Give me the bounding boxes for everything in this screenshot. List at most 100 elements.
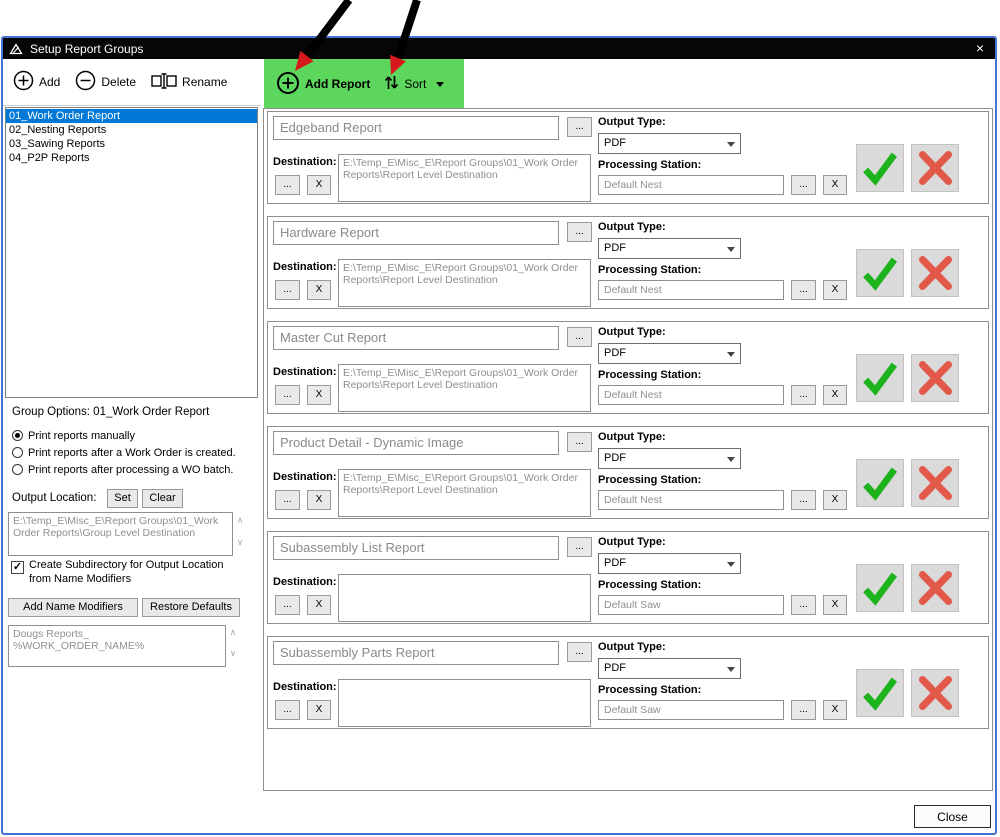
accept-report-button[interactable] <box>856 564 904 612</box>
output-type-label: Output Type: <box>598 326 666 338</box>
output-type-select[interactable]: PDF <box>598 448 741 469</box>
processing-station-input[interactable]: Default Nest <box>598 175 784 195</box>
station-clear-button[interactable]: X <box>823 280 847 300</box>
station-browse-button[interactable]: ... <box>791 385 816 405</box>
output-type-select[interactable]: PDF <box>598 238 741 259</box>
group-list-item[interactable]: 01_Work Order Report <box>6 109 257 123</box>
check-icon <box>863 467 898 501</box>
output-type-select[interactable]: PDF <box>598 343 741 364</box>
delete-report-button[interactable] <box>911 459 959 507</box>
destination-label: Destination: <box>273 681 337 693</box>
delete-report-button[interactable] <box>911 249 959 297</box>
add-report-button[interactable]: Add Report <box>276 71 370 98</box>
station-browse-button[interactable]: ... <box>791 700 816 720</box>
destination-browse-button[interactable]: ... <box>275 700 300 720</box>
sort-button[interactable]: Sort <box>384 74 445 94</box>
set-output-location-button[interactable]: Set <box>107 489 138 508</box>
restore-defaults-button[interactable]: Restore Defaults <box>142 598 240 617</box>
output-type-select[interactable]: PDF <box>598 133 741 154</box>
add-group-button[interactable]: Add <box>13 70 60 94</box>
name-modifiers-textarea[interactable]: Dougs Reports_ %WORK_ORDER_NAME% <box>8 625 226 667</box>
accept-report-button[interactable] <box>856 459 904 507</box>
radio-print-after-wo-batch[interactable]: Print reports after processing a WO batc… <box>12 463 233 476</box>
rename-group-button[interactable]: Rename <box>151 72 227 92</box>
delete-report-button[interactable] <box>911 354 959 402</box>
report-name-browse-button[interactable]: ... <box>567 432 592 452</box>
destination-clear-button[interactable]: X <box>307 385 331 405</box>
report-name-browse-button[interactable]: ... <box>567 117 592 137</box>
destination-browse-button[interactable]: ... <box>275 280 300 300</box>
destination-clear-button[interactable]: X <box>307 280 331 300</box>
radio-label: Print reports manually <box>28 429 135 442</box>
destination-clear-button[interactable]: X <box>307 700 331 720</box>
report-name-browse-button[interactable]: ... <box>567 327 592 347</box>
output-location-textarea[interactable]: E:\Temp_E\Misc_E\Report Groups\01_Work O… <box>8 512 233 556</box>
title-bar: Setup Report Groups × <box>3 38 995 59</box>
destination-clear-button[interactable]: X <box>307 595 331 615</box>
station-clear-button[interactable]: X <box>823 700 847 720</box>
group-list-item[interactable]: 04_P2P Reports <box>6 151 257 165</box>
scroll-up-icon[interactable]: ∧ <box>226 628 240 637</box>
report-name-input[interactable]: Edgeband Report <box>273 116 559 140</box>
radio-print-manually[interactable]: Print reports manually <box>12 429 135 442</box>
accept-report-button[interactable] <box>856 354 904 402</box>
output-type-select[interactable]: PDF <box>598 658 741 679</box>
station-browse-button[interactable]: ... <box>791 280 816 300</box>
add-name-modifiers-button[interactable]: Add Name Modifiers <box>8 598 138 617</box>
destination-browse-button[interactable]: ... <box>275 595 300 615</box>
report-name-input[interactable]: Product Detail - Dynamic Image <box>273 431 559 455</box>
station-clear-button[interactable]: X <box>823 595 847 615</box>
scroll-down-icon[interactable]: ∨ <box>226 649 240 658</box>
destination-textarea[interactable]: E:\Temp_E\Misc_E\Report Groups\01_Work O… <box>338 364 591 412</box>
output-location-label: Output Location: <box>12 492 97 504</box>
processing-station-input[interactable]: Default Nest <box>598 490 784 510</box>
group-list-item[interactable]: 02_Nesting Reports <box>6 123 257 137</box>
destination-browse-button[interactable]: ... <box>275 175 300 195</box>
station-clear-button[interactable]: X <box>823 490 847 510</box>
destination-textarea[interactable]: E:\Temp_E\Misc_E\Report Groups\01_Work O… <box>338 154 591 202</box>
processing-station-input[interactable]: Default Nest <box>598 385 784 405</box>
group-list-item[interactable]: 03_Sawing Reports <box>6 137 257 151</box>
destination-textarea[interactable] <box>338 574 591 622</box>
destination-textarea[interactable]: E:\Temp_E\Misc_E\Report Groups\01_Work O… <box>338 259 591 307</box>
station-clear-button[interactable]: X <box>823 385 847 405</box>
radio-print-after-work-order[interactable]: Print reports after a Work Order is crea… <box>12 446 236 459</box>
report-name-browse-button[interactable]: ... <box>567 537 592 557</box>
close-icon[interactable]: × <box>976 40 984 56</box>
clear-output-location-button[interactable]: Clear <box>142 489 183 508</box>
output-type-label: Output Type: <box>598 221 666 233</box>
destination-clear-button[interactable]: X <box>307 175 331 195</box>
processing-station-input[interactable]: Default Saw <box>598 595 784 615</box>
accept-report-button[interactable] <box>856 249 904 297</box>
create-subdirectory-checkbox[interactable]: ✓ <box>11 561 24 574</box>
report-name-browse-button[interactable]: ... <box>567 642 592 662</box>
accept-report-button[interactable] <box>856 144 904 192</box>
delete-report-button[interactable] <box>911 669 959 717</box>
report-name-input[interactable]: Subassembly List Report <box>273 536 559 560</box>
delete-report-button[interactable] <box>911 564 959 612</box>
destination-textarea[interactable]: E:\Temp_E\Misc_E\Report Groups\01_Work O… <box>338 469 591 517</box>
destination-textarea[interactable] <box>338 679 591 727</box>
destination-clear-button[interactable]: X <box>307 490 331 510</box>
delete-report-button[interactable] <box>911 144 959 192</box>
scroll-up-icon[interactable]: ∧ <box>233 516 247 525</box>
station-clear-button[interactable]: X <box>823 175 847 195</box>
station-browse-button[interactable]: ... <box>791 175 816 195</box>
report-name-input[interactable]: Hardware Report <box>273 221 559 245</box>
destination-browse-button[interactable]: ... <box>275 490 300 510</box>
destination-label: Destination: <box>273 471 337 483</box>
delete-group-button[interactable]: Delete <box>75 70 136 94</box>
close-button[interactable]: Close <box>914 805 991 828</box>
report-name-input[interactable]: Master Cut Report <box>273 326 559 350</box>
scroll-down-icon[interactable]: ∨ <box>233 538 247 547</box>
station-browse-button[interactable]: ... <box>791 595 816 615</box>
processing-station-input[interactable]: Default Saw <box>598 700 784 720</box>
report-name-browse-button[interactable]: ... <box>567 222 592 242</box>
accept-report-button[interactable] <box>856 669 904 717</box>
destination-browse-button[interactable]: ... <box>275 385 300 405</box>
processing-station-input[interactable]: Default Nest <box>598 280 784 300</box>
output-type-select[interactable]: PDF <box>598 553 741 574</box>
station-browse-button[interactable]: ... <box>791 490 816 510</box>
report-name-input[interactable]: Subassembly Parts Report <box>273 641 559 665</box>
window-title: Setup Report Groups <box>30 41 144 56</box>
